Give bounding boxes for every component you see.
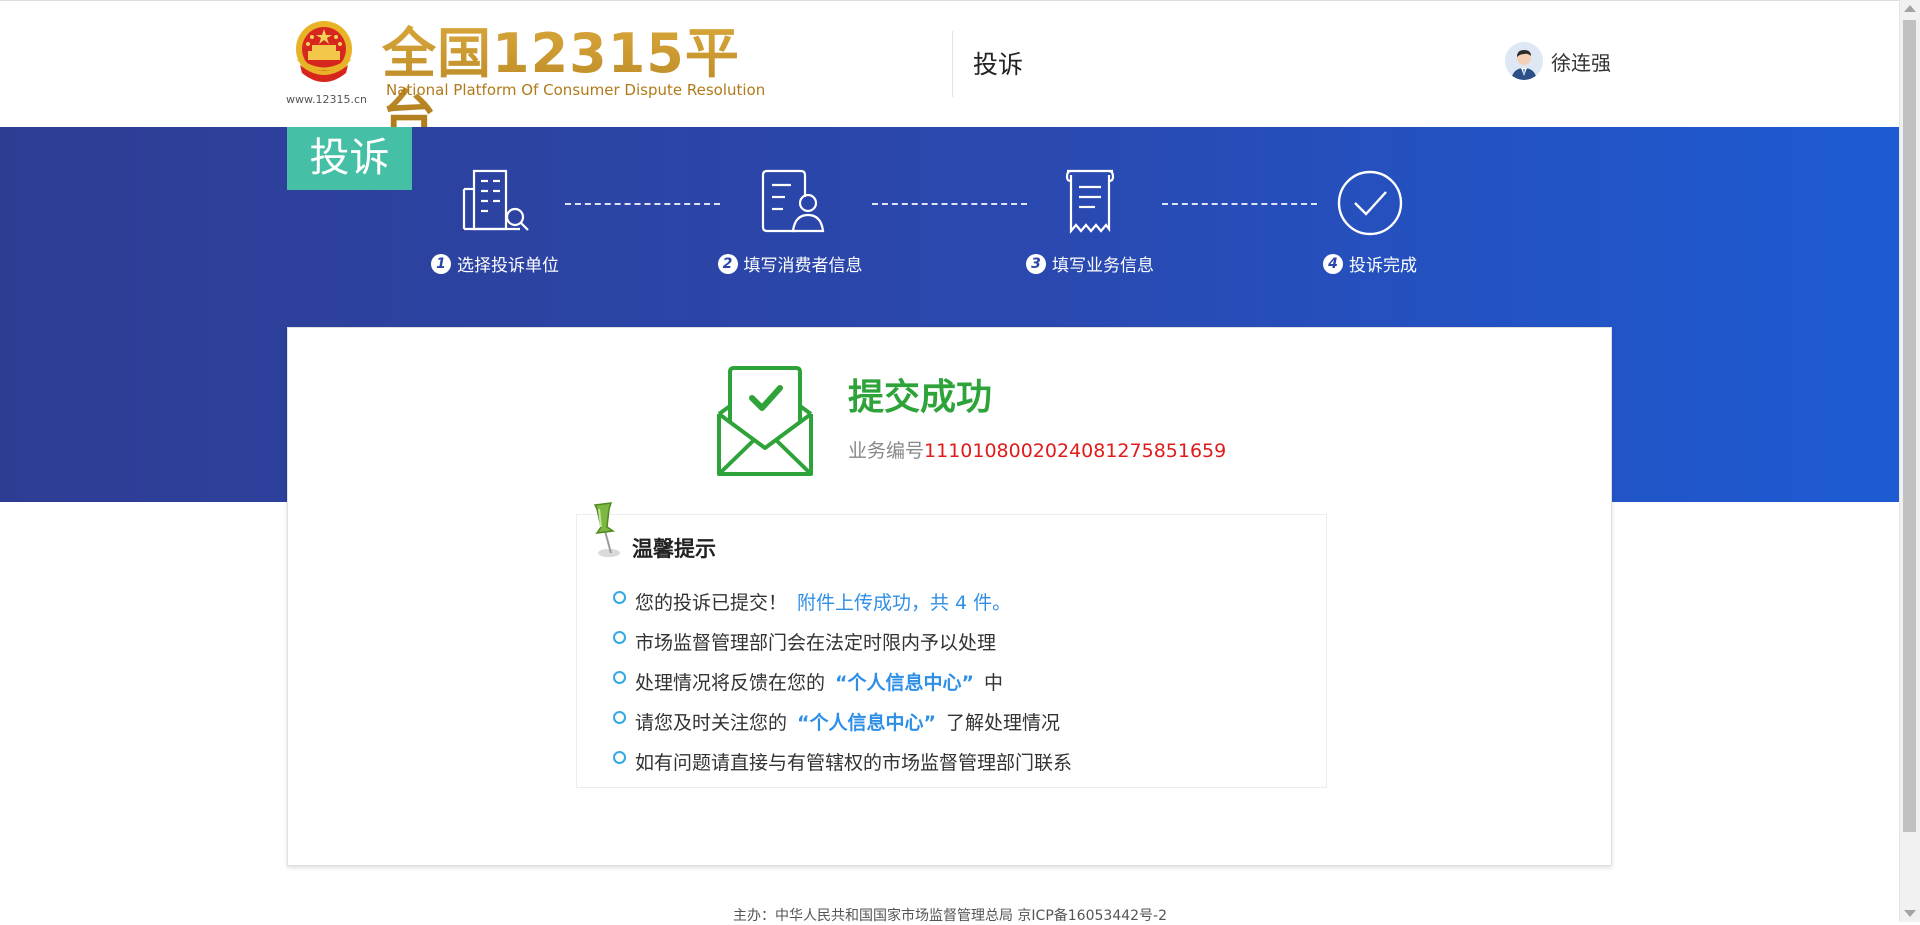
circle-bullet-icon [613,710,626,724]
tips-list: 您的投诉已提交！ 附件上传成功，共 4 件。 市场监督管理部门会在法定时限内予以… [613,581,1072,781]
step-text: 填写消费者信息 [743,256,863,276]
circle-bullet-icon [613,590,626,604]
step-number: 2 [717,253,738,274]
header-divider [952,31,953,97]
vertical-scrollbar[interactable] [1899,0,1920,922]
step-number: 1 [431,253,451,274]
step-connector [565,203,720,205]
tip-text: 如有问题请直接与有管辖权的市场监督管理部门联系 [635,751,1073,774]
circle-bullet-icon [613,750,626,764]
result-card: 提交成功 业务编号1110108002024081275851659 温馨提示 … [287,327,1612,866]
step-label: 4 投诉完成 [1315,251,1425,276]
tip-item: 如有问题请直接与有管辖权的市场监督管理部门联系 [613,741,1072,781]
step-number: 4 [1323,253,1343,274]
receipt-icon [1065,169,1115,235]
tips-title: 温馨提示 [632,537,716,561]
pushpin-icon [593,502,620,557]
user-name[interactable]: 徐连强 [1551,47,1611,76]
tip-text: 中 [984,671,1004,694]
tip-item: 您的投诉已提交！ 附件上传成功，共 4 件。 [613,581,1072,621]
circle-bullet-icon [613,630,626,644]
step-text: 填写业务信息 [1052,256,1154,276]
scroll-thumb[interactable] [1903,20,1916,832]
user-form-icon [761,169,825,233]
logo-url: www.12315.cn [286,93,367,106]
tip-item: 市场监督管理部门会在法定时限内予以处理 [613,621,1072,661]
avatar[interactable] [1505,42,1543,80]
site-header: www.12315.cn 全国12315平台 National Platform… [0,0,1900,147]
section-tag: 投诉 [287,127,412,190]
personal-center-link[interactable]: “个人信息中心” [797,708,936,735]
user-avatar-icon [1505,42,1543,80]
step-2: 2 填写消费者信息 [710,167,870,276]
step-progress: 1 选择投诉单位 2 填写消费者信息 3 填写业务信息 4 投诉完成 [420,167,1430,276]
check-circle-icon [1337,170,1403,236]
tip-text: 您的投诉已提交！ [635,591,788,614]
page-title: 投诉 [973,50,1024,79]
step-1: 1 选择投诉单位 [420,167,570,276]
logo-subtitle: National Platform Of Consumer Dispute Re… [386,81,766,99]
success-title: 提交成功 [848,377,993,418]
step-label: 3 填写业务信息 [1020,251,1160,276]
business-number-label: 业务编号 [848,440,925,462]
tips-box: 温馨提示 您的投诉已提交！ 附件上传成功，共 4 件。 市场监督管理部门会在法定… [576,502,1327,788]
user-menu[interactable]: 徐连强 [1505,41,1611,81]
step-label: 1 选择投诉单位 [420,251,570,276]
tip-text: 请您及时关注您的 [635,711,788,734]
tip-text: 市场监督管理部门会在法定时限内予以处理 [635,631,997,654]
step-connector [872,203,1027,205]
tip-item: 请您及时关注您的 “个人信息中心” 了解处理情况 [613,701,1072,741]
envelope-check-icon [717,366,813,476]
step-text: 选择投诉单位 [457,256,559,276]
scroll-down-arrow-icon[interactable] [1904,910,1916,917]
tip-text: 处理情况将反馈在您的 [635,671,826,694]
step-label: 2 填写消费者信息 [710,251,870,276]
site-logo[interactable]: www.12315.cn 全国12315平台 National Platform… [286,19,765,147]
tip-text: 了解处理情况 [946,711,1061,734]
business-number-value: 1110108002024081275851659 [924,440,1227,462]
business-number-line: 业务编号1110108002024081275851659 [848,436,1226,463]
circle-bullet-icon [613,670,626,684]
tip-item: 处理情况将反馈在您的 “个人信息中心” 中 [613,661,1072,701]
national-emblem-icon [296,21,352,82]
step-number: 3 [1026,253,1046,274]
step-3: 3 填写业务信息 [1020,167,1160,276]
site-footer: 主办：中华人民共和国国家市场监督管理总局 京ICP备16053442号-2 [732,908,1167,924]
building-search-icon [462,169,529,231]
step-4: 4 投诉完成 [1315,167,1425,276]
scroll-up-arrow-icon[interactable] [1904,5,1916,12]
step-text: 投诉完成 [1349,256,1417,276]
personal-center-link[interactable]: “个人信息中心” [835,668,974,695]
step-connector [1162,203,1317,205]
attachment-status: 附件上传成功，共 4 件。 [797,591,1012,614]
